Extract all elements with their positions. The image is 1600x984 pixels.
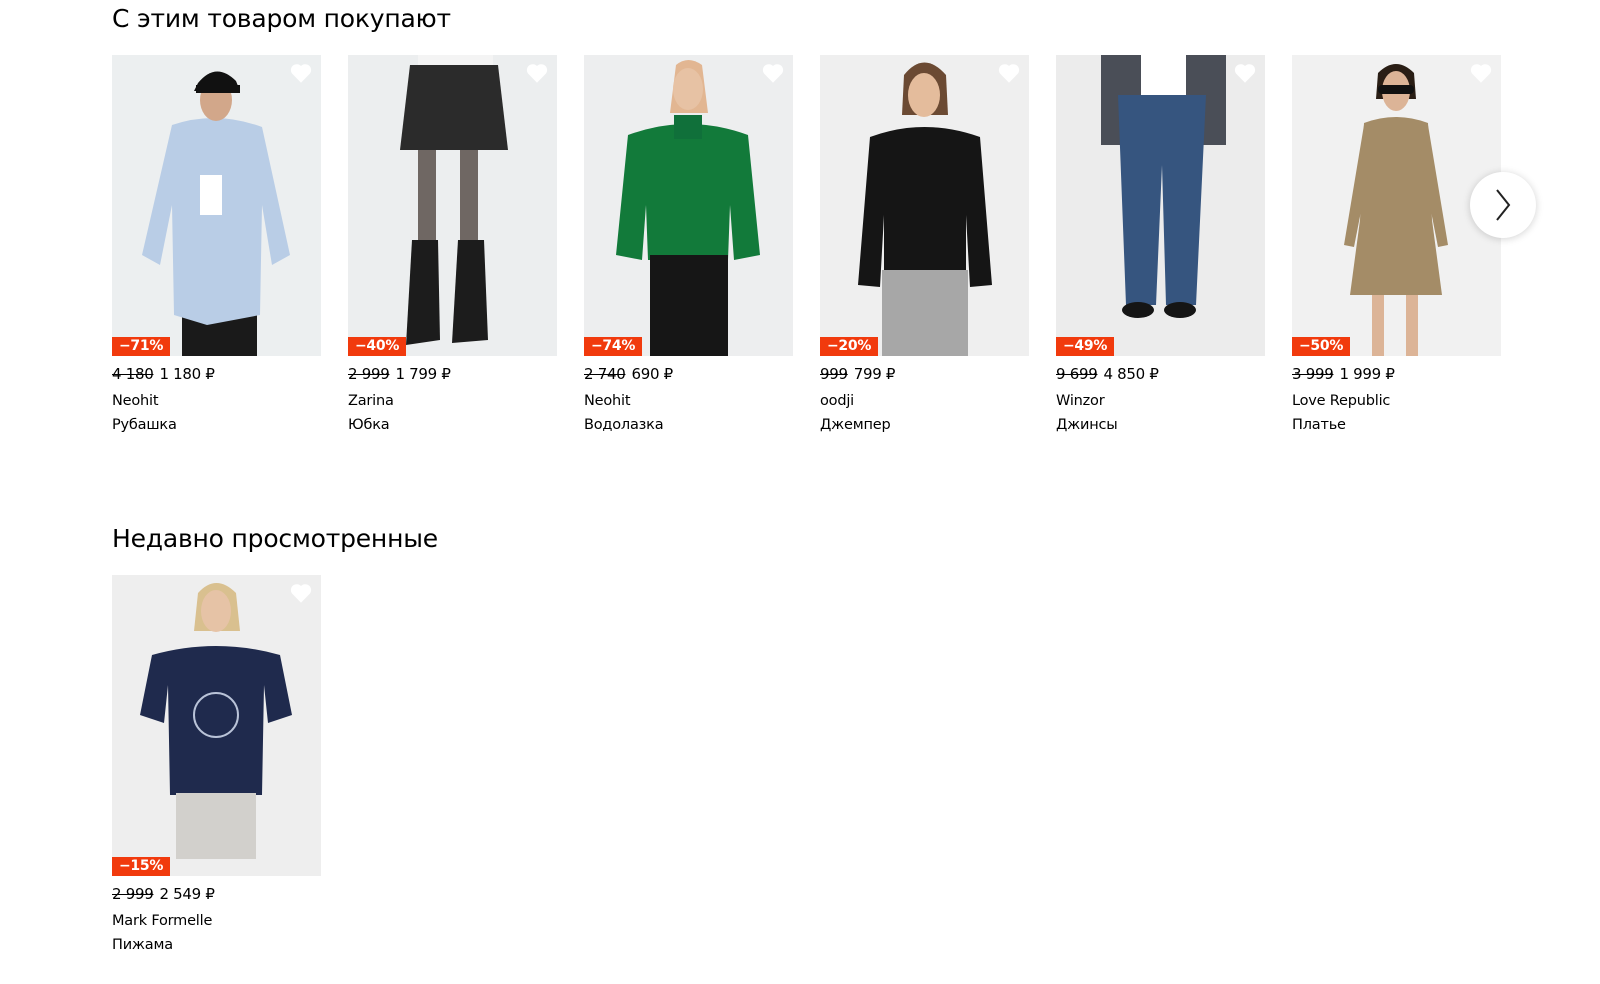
old-price: 2 740 xyxy=(584,365,626,383)
current-price: 1 999 ₽ xyxy=(1339,365,1395,383)
current-price: 690 ₽ xyxy=(631,365,673,383)
heart-outline-icon[interactable] xyxy=(288,60,314,86)
heart-outline-icon[interactable] xyxy=(996,60,1022,86)
price-line: 9 699 4 850 ₽ xyxy=(1056,365,1265,383)
product-image-pajama xyxy=(112,575,321,876)
price-line: 999 799 ₽ xyxy=(820,365,1029,383)
old-price: 2 999 xyxy=(348,365,390,383)
price-line: 2 740 690 ₽ xyxy=(584,365,793,383)
price-line: 2 999 1 799 ₽ xyxy=(348,365,557,383)
price-line: 2 999 2 549 ₽ xyxy=(112,885,321,903)
product-card[interactable]: −20% 999 799 ₽ oodji Джемпер xyxy=(820,55,1029,434)
discount-badge: −40% xyxy=(348,337,407,356)
carousel-next-button[interactable] xyxy=(1470,172,1536,238)
product-photo[interactable]: −40% xyxy=(348,55,557,356)
product-card[interactable]: −50% 3 999 1 999 ₽ Love Republic Платье xyxy=(1292,55,1501,434)
product-type[interactable]: Пижама xyxy=(112,937,321,954)
product-brand[interactable]: oodji xyxy=(820,393,1029,410)
product-photo[interactable]: −20% xyxy=(820,55,1029,356)
product-image-skirt xyxy=(348,55,557,356)
current-price: 4 850 ₽ xyxy=(1103,365,1159,383)
old-price: 9 699 xyxy=(1056,365,1098,383)
discount-badge: −71% xyxy=(112,337,171,356)
old-price: 2 999 xyxy=(112,885,154,903)
product-type[interactable]: Джинсы xyxy=(1056,417,1265,434)
product-image-jumper xyxy=(820,55,1029,356)
current-price: 2 549 ₽ xyxy=(159,885,215,903)
product-image-jeans xyxy=(1056,55,1265,356)
old-price: 4 180 xyxy=(112,365,154,383)
product-brand[interactable]: Mark Formelle xyxy=(112,913,321,930)
product-image-shirt xyxy=(112,55,321,356)
section-title-bought-with: С этим товаром покупают xyxy=(112,4,451,33)
section-title-recently-viewed: Недавно просмотренные xyxy=(112,524,438,553)
product-photo[interactable]: −15% xyxy=(112,575,321,876)
product-type[interactable]: Рубашка xyxy=(112,417,321,434)
price-line: 3 999 1 999 ₽ xyxy=(1292,365,1501,383)
product-image-turtleneck xyxy=(584,55,793,356)
product-photo[interactable]: −71% xyxy=(112,55,321,356)
heart-outline-icon[interactable] xyxy=(288,580,314,606)
heart-outline-icon[interactable] xyxy=(760,60,786,86)
current-price: 1 180 ₽ xyxy=(159,365,215,383)
old-price: 3 999 xyxy=(1292,365,1334,383)
product-card[interactable]: −15% 2 999 2 549 ₽ Mark Formelle Пижама xyxy=(112,575,321,954)
discount-badge: −50% xyxy=(1292,337,1351,356)
product-type[interactable]: Джемпер xyxy=(820,417,1029,434)
product-brand[interactable]: Zarina xyxy=(348,393,557,410)
old-price: 999 xyxy=(820,365,848,383)
product-card[interactable]: −71% 4 180 1 180 ₽ Neohit Рубашка xyxy=(112,55,321,434)
product-brand[interactable]: Love Republic xyxy=(1292,393,1501,410)
discount-badge: −15% xyxy=(112,857,171,876)
product-card[interactable]: −74% 2 740 690 ₽ Neohit Водолазка xyxy=(584,55,793,434)
price-line: 4 180 1 180 ₽ xyxy=(112,365,321,383)
product-card[interactable]: −40% 2 999 1 799 ₽ Zarina Юбка xyxy=(348,55,557,434)
discount-badge: −74% xyxy=(584,337,643,356)
product-photo[interactable]: −49% xyxy=(1056,55,1265,356)
discount-badge: −49% xyxy=(1056,337,1115,356)
product-brand[interactable]: Winzor xyxy=(1056,393,1265,410)
product-brand[interactable]: Neohit xyxy=(112,393,321,410)
product-type[interactable]: Юбка xyxy=(348,417,557,434)
product-card[interactable]: −49% 9 699 4 850 ₽ Winzor Джинсы xyxy=(1056,55,1265,434)
heart-outline-icon[interactable] xyxy=(1468,60,1494,86)
product-type[interactable]: Платье xyxy=(1292,417,1501,434)
recently-viewed-list: −15% 2 999 2 549 ₽ Mark Formelle Пижама xyxy=(112,575,321,954)
current-price: 1 799 ₽ xyxy=(395,365,451,383)
product-carousel: −71% 4 180 1 180 ₽ Neohit Рубашка −40% 2… xyxy=(112,55,1501,434)
heart-outline-icon[interactable] xyxy=(1232,60,1258,86)
discount-badge: −20% xyxy=(820,337,879,356)
heart-outline-icon[interactable] xyxy=(524,60,550,86)
product-photo[interactable]: −74% xyxy=(584,55,793,356)
product-brand[interactable]: Neohit xyxy=(584,393,793,410)
chevron-right-icon xyxy=(1496,189,1511,221)
current-price: 799 ₽ xyxy=(853,365,896,383)
product-type[interactable]: Водолазка xyxy=(584,417,793,434)
